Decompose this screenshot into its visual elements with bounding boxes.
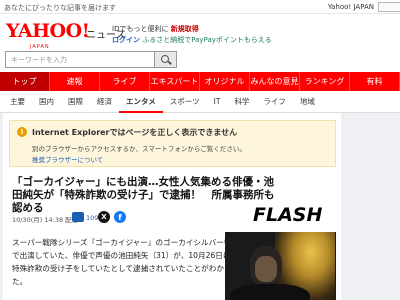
notice-title: Internet Explorerではページを正しく表示できません	[32, 128, 238, 137]
login-link[interactable]: ログイン	[112, 36, 140, 44]
login-promo-line2: ログイン ふるさと納税でPayPayポイントもらえる	[112, 35, 272, 45]
category-tab-life[interactable]: ライフ	[256, 91, 293, 113]
furusato-promo-link[interactable]: ふるさと納税でPayPayポイントもらえる	[142, 36, 271, 44]
warning-icon: !	[17, 127, 27, 137]
browser-notice: ! Internet Explorerではページを正しく表示できません 別のブラ…	[9, 120, 336, 167]
article-date: 10/30(月) 14:38 配信	[12, 216, 79, 224]
main-nav-ranking[interactable]: ランキング	[300, 72, 350, 91]
category-nav: 主要 国内 国際 経済 エンタメ スポーツ IT 科学 ライフ 地域	[0, 91, 400, 113]
main-nav-opinion[interactable]: みんなの意見	[250, 72, 300, 91]
category-tab-major[interactable]: 主要	[3, 91, 32, 113]
category-tab-economy[interactable]: 経済	[90, 91, 119, 113]
main-nav-breaking[interactable]: 速報	[50, 72, 100, 91]
comment-icon[interactable]	[72, 212, 84, 222]
category-tab-international[interactable]: 国際	[61, 91, 90, 113]
login-promo-line1: IDでもっと便利に 新規取得	[112, 24, 199, 34]
comment-count[interactable]: 109	[86, 214, 98, 222]
top-strip-text: あなたにぴったりな記事を届けます	[4, 4, 116, 12]
category-tab-domestic[interactable]: 国内	[32, 91, 61, 113]
recommended-browser-link[interactable]: 推奨ブラウザーについて	[32, 154, 103, 164]
main-nav-expert[interactable]: エキスパート	[150, 72, 200, 91]
main-nav-original[interactable]: オリジナル	[200, 72, 250, 91]
article-body: スーパー戦隊シリーズ『ゴーカイジャー』のゴーカイシルバー役で出演していた、俳優で…	[12, 238, 232, 286]
main-nav: トップ 速報 ライブ エキスパート オリジナル みんなの意見 ランキング 有料	[0, 72, 400, 91]
article-photo[interactable]	[225, 232, 336, 300]
site-header: YAHOO! JAPAN ニュース IDでもっと便利に 新規取得 ログイン ふる…	[0, 14, 400, 50]
main-nav-paid[interactable]: 有料	[350, 72, 400, 91]
category-tab-local[interactable]: 地域	[293, 91, 322, 113]
top-strip: あなたにぴったりな記事を届けます Yahoo! JAPAN	[0, 0, 400, 14]
signup-link[interactable]: 新規取得	[171, 25, 199, 33]
category-tab-science[interactable]: 科学	[227, 91, 256, 113]
facebook-share-icon[interactable]: f	[114, 211, 126, 223]
login-promo-text: IDでもっと便利に	[112, 25, 169, 33]
main-nav-live[interactable]: ライブ	[100, 72, 150, 91]
yahoo-japan-link[interactable]: Yahoo! JAPAN	[328, 3, 374, 11]
yahoo-logo[interactable]: YAHOO!	[6, 20, 90, 42]
x-share-icon[interactable]: X	[98, 211, 110, 223]
top-strip-button[interactable]	[378, 2, 400, 12]
search-row: キーワードを入力	[0, 48, 400, 72]
article-title: 「ゴーカイジャー」にも出演…女性人気集める俳優・池田純矢が「特殊詐欺の受け子」で…	[12, 176, 275, 214]
category-tab-it[interactable]: IT	[207, 91, 228, 113]
source-logo[interactable]: FLASH	[253, 204, 322, 226]
search-button[interactable]	[155, 51, 177, 68]
search-input[interactable]: キーワードを入力	[5, 51, 155, 68]
category-tab-entertainment[interactable]: エンタメ	[119, 91, 163, 113]
right-column	[341, 113, 400, 300]
category-tab-sports[interactable]: スポーツ	[163, 91, 207, 113]
main-nav-top[interactable]: トップ	[0, 72, 50, 91]
notice-body: 別のブラウザーからアクセスするか、スマートフォンからご覧ください。	[32, 145, 246, 153]
